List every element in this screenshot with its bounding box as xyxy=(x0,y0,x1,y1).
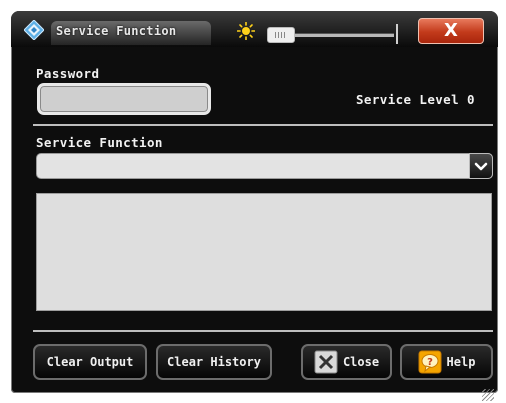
transparency-slider-thumb[interactable] xyxy=(267,27,295,43)
clear-output-label: Clear Output xyxy=(46,355,134,369)
service-function-dialog: Service Function X Password Service Leve… xyxy=(11,11,498,401)
transparency-slider-track[interactable] xyxy=(289,33,394,37)
service-function-label: Service Function xyxy=(36,135,163,150)
clear-history-label: Clear History xyxy=(167,355,261,369)
clear-history-button[interactable]: Clear History xyxy=(156,344,272,380)
dropdown-button[interactable] xyxy=(469,153,493,179)
app-icon xyxy=(24,20,44,40)
clear-output-button[interactable]: Clear Output xyxy=(33,344,147,380)
sun-icon xyxy=(237,22,255,40)
help-button[interactable]: ? Help xyxy=(400,344,493,380)
output-area[interactable] xyxy=(36,193,492,311)
title-bar[interactable]: Service Function X xyxy=(11,11,498,47)
svg-text:?: ? xyxy=(427,357,433,368)
chevron-down-icon xyxy=(474,162,488,171)
close-button[interactable]: Close xyxy=(301,344,392,380)
close-icon xyxy=(314,350,338,374)
close-label: Close xyxy=(342,355,380,369)
help-label: Help xyxy=(446,355,476,369)
service-level-text: Service Level 0 xyxy=(356,92,475,107)
password-label: Password xyxy=(36,66,100,81)
slider-end-marker xyxy=(396,24,398,44)
window-title: Service Function xyxy=(56,24,177,38)
help-icon: ? xyxy=(418,350,442,374)
window-close-button[interactable]: X xyxy=(418,18,484,44)
resize-grip[interactable] xyxy=(482,389,494,401)
separator-top xyxy=(33,124,493,126)
service-function-select[interactable] xyxy=(36,153,493,179)
password-input[interactable] xyxy=(37,83,211,115)
separator-bottom xyxy=(33,330,493,332)
